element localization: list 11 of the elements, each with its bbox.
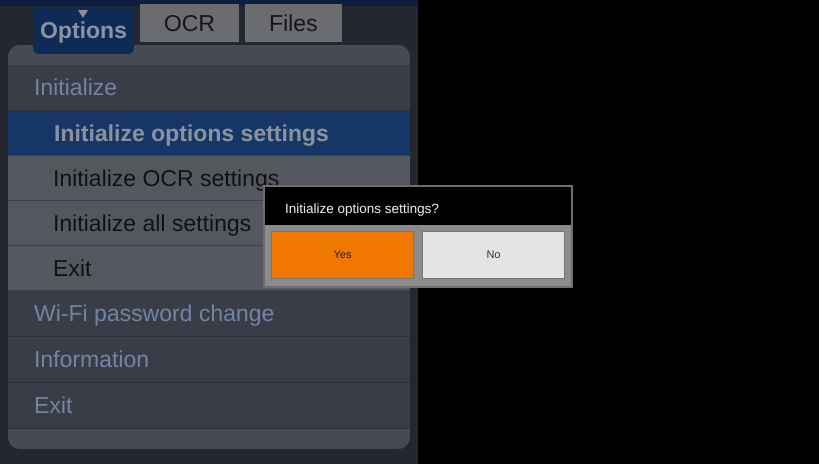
menu-item[interactable]: Information — [8, 337, 410, 383]
dialog-button[interactable]: No — [422, 231, 565, 279]
tab[interactable]: Options — [33, 8, 134, 54]
tab[interactable]: OCR — [140, 4, 240, 42]
menu-item[interactable]: Initialize — [8, 65, 410, 111]
menu-item[interactable]: Wi-Fi password change — [8, 291, 410, 337]
submenu-item[interactable]: Initialize options settings — [8, 111, 410, 156]
tab[interactable]: Files — [245, 4, 342, 42]
menu-item[interactable]: Exit — [8, 383, 410, 429]
caret-icon — [78, 10, 88, 18]
dialog-button[interactable]: Yes — [271, 231, 414, 279]
